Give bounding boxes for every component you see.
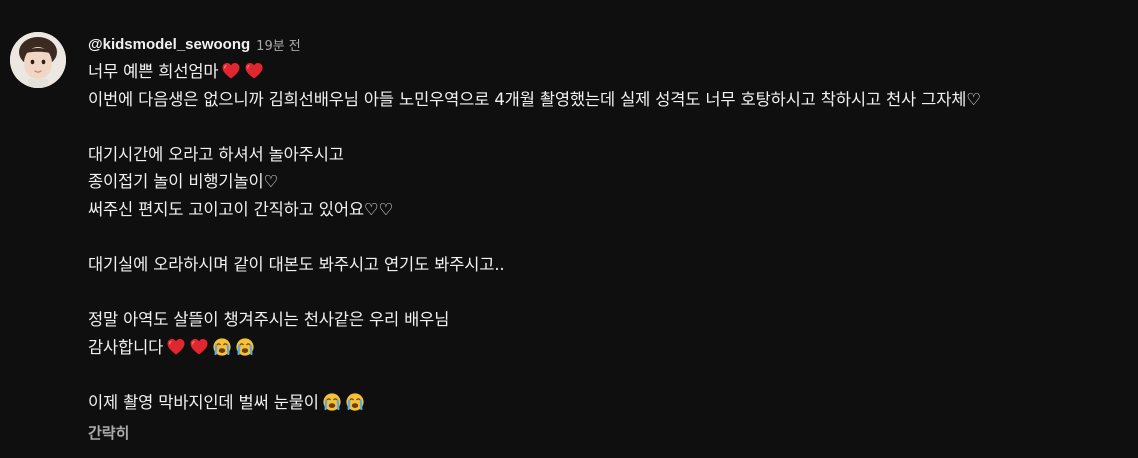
comment-line: 대기실에 오라하시며 같이 대본도 봐주시고 연기도 봐주시고.. <box>88 251 1128 279</box>
comment-timestamp[interactable]: 19분 전 <box>256 35 301 54</box>
comment-text: 너무 예쁜 희선엄마 이번에 다음생은 없으니까 김희선배우님 아들 노민우역으… <box>88 58 1128 417</box>
comment-line: 이번에 다음생은 없으니까 김희선배우님 아들 노민우역으로 4개월 촬영했는데… <box>88 86 1128 114</box>
comment-line: 종이접기 놀이 비행기놀이♡ <box>88 168 1128 196</box>
comment-line-text: 감사합니다 <box>88 337 164 357</box>
comment-line-text: 너무 예쁜 희선엄마 <box>88 62 219 81</box>
comment-line-text: 이번에 다음생은 없으니까 김희선배우님 아들 노민우역으로 4개월 촬영했는데… <box>88 89 981 109</box>
comment-line: 정말 아역도 살뜰이 챙겨주시는 천사같은 우리 배우님 <box>88 306 1128 334</box>
comment-line-text: 정말 아역도 살뜰이 챙겨주시는 천사같은 우리 배우님 <box>88 310 450 330</box>
comment-line: 너무 예쁜 희선엄마 <box>88 58 1128 86</box>
comment-line-text: 종이접기 놀이 비행기놀이♡ <box>88 172 279 192</box>
crying-face-icon <box>212 337 232 357</box>
show-less-button[interactable]: 간략히 <box>88 421 129 445</box>
comment-line: 이제 촬영 막바지인데 벌써 눈물이 <box>88 389 1128 417</box>
comment-line-text: 이제 촬영 막바지인데 벌써 눈물이 <box>88 393 319 413</box>
comment-line: 대기시간에 오라고 하셔서 놀아주시고 <box>88 141 1128 169</box>
comment-header: @kidsmodel_sewoong 19분 전 <box>88 30 1128 58</box>
comment-line: 써주신 편지도 고이고이 간직하고 있어요♡♡ <box>88 196 1128 224</box>
comment-line-text: 대기실에 오라하시며 같이 대본도 봐주시고 연기도 봐주시고.. <box>88 255 505 275</box>
comment-body: @kidsmodel_sewoong 19분 전 너무 예쁜 희선엄마 이번에 … <box>88 30 1128 445</box>
crying-face-icon <box>345 392 365 412</box>
crying-face-icon <box>235 337 255 357</box>
comment-thread-item: @kidsmodel_sewoong 19분 전 너무 예쁜 희선엄마 이번에 … <box>10 30 1130 458</box>
red-heart-icon <box>166 337 186 357</box>
red-heart-icon <box>189 337 209 357</box>
red-heart-icon <box>221 61 241 81</box>
comment-line: 감사합니다 <box>88 334 1128 362</box>
red-heart-icon <box>244 61 264 81</box>
crying-face-icon <box>322 392 342 412</box>
avatar[interactable] <box>10 32 66 88</box>
author-name[interactable]: @kidsmodel_sewoong <box>88 36 250 53</box>
comment-line-text: 대기시간에 오라고 하셔서 놀아주시고 <box>88 144 344 164</box>
comment-line-text: 써주신 편지도 고이고이 간직하고 있어요♡♡ <box>88 199 394 219</box>
child-profile-photo-icon <box>10 32 66 88</box>
